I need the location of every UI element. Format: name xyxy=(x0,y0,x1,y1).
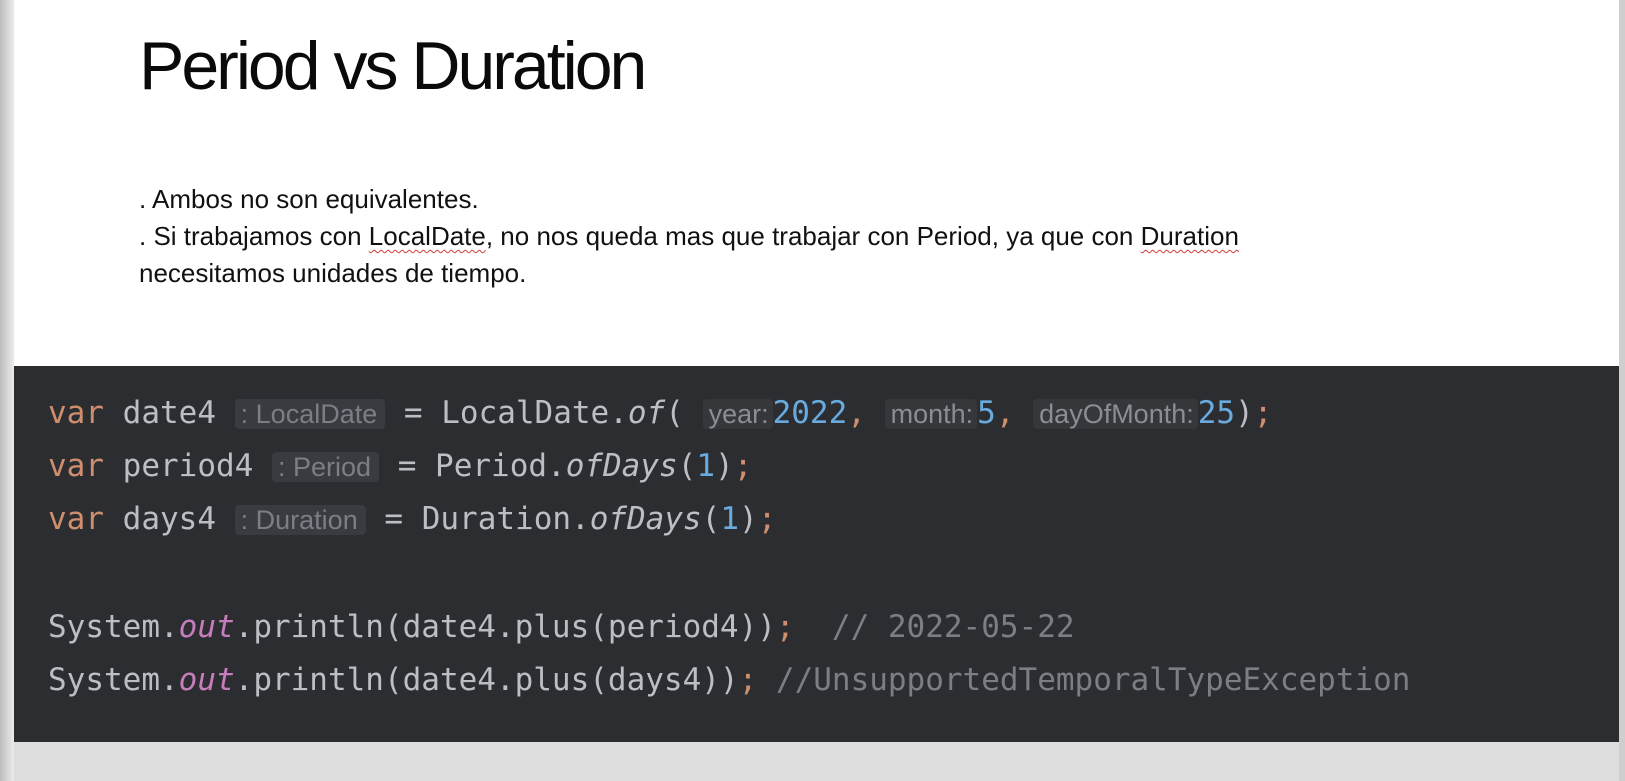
code-comment: // 2022-05-22 xyxy=(794,609,1075,645)
code-line-1: var date4 : LocalDate = LocalDate.of( ye… xyxy=(48,393,1272,434)
arg-year: 2022 xyxy=(772,395,848,431)
paren-open: ( xyxy=(665,395,684,431)
left-window-edge xyxy=(0,0,14,781)
code-line-2: var period4 : Period = Period.ofDays(1); xyxy=(48,446,752,487)
assign-expr: = LocalDate. xyxy=(385,395,628,431)
code-line-3: var days4 : Duration = Duration.ofDays(1… xyxy=(48,499,776,540)
bullet-2-continuation: necesitamos unidades de tiempo. xyxy=(139,258,527,288)
method-name: ofDays xyxy=(589,501,702,537)
println-call: .println(date4.plus(period4)) xyxy=(234,609,776,645)
bullet-list: . Ambos no son equivalentes. . Si trabaj… xyxy=(139,181,1459,292)
comma: , xyxy=(847,395,866,431)
paren-close: ) xyxy=(715,448,734,484)
type-hint: : Duration xyxy=(234,505,366,535)
semicolon: ; xyxy=(733,448,753,484)
out-field: out xyxy=(178,662,235,698)
type-hint: : LocalDate xyxy=(234,399,386,429)
paren-close: ) xyxy=(1235,395,1254,431)
assign-expr: = Period. xyxy=(379,448,566,484)
out-field: out xyxy=(178,609,235,645)
bullet-2-text-a: . Si trabajamos con xyxy=(139,221,369,251)
println-call: .println(date4.plus(days4)) xyxy=(234,662,739,698)
bottom-band xyxy=(14,742,1625,781)
comma: , xyxy=(995,395,1015,431)
paren-open: ( xyxy=(677,448,697,484)
arg-days: 1 xyxy=(696,448,716,484)
paren-open: ( xyxy=(701,501,721,537)
param-hint-month: month: xyxy=(884,399,978,429)
slide-title: Period vs Duration xyxy=(139,28,647,104)
code-line-5: System.out.println(date4.plus(days4)); /… xyxy=(48,660,1410,700)
semicolon: ; xyxy=(738,662,758,698)
param-hint-year: year: xyxy=(702,399,773,429)
arg-days: 1 xyxy=(720,501,740,537)
bullet-1: . Ambos no son equivalentes. xyxy=(139,184,479,214)
bullet-2-text-c: , no nos queda mas que trabajar con Peri… xyxy=(485,221,1141,251)
system-ref: System. xyxy=(48,662,179,698)
keyword-var: var xyxy=(48,395,104,431)
code-comment: //UnsupportedTemporalTypeException xyxy=(757,662,1411,698)
bullet-2-duration: Duration xyxy=(1140,221,1239,251)
semicolon: ; xyxy=(757,501,777,537)
type-hint: : Period xyxy=(271,452,380,482)
var-name: date4 xyxy=(104,395,216,431)
bullet-2-localdate: LocalDate xyxy=(368,221,486,251)
paren-close: ) xyxy=(739,501,758,537)
code-line-4: System.out.println(date4.plus(period4));… xyxy=(48,607,1075,647)
var-name: days4 xyxy=(104,501,216,537)
assign-expr: = Duration. xyxy=(365,501,590,537)
var-name: period4 xyxy=(104,448,254,484)
param-hint-day: dayOfMonth: xyxy=(1033,399,1198,429)
keyword-var: var xyxy=(48,501,104,537)
method-name: ofDays xyxy=(565,448,678,484)
method-name: of xyxy=(627,395,666,431)
semicolon: ; xyxy=(1253,395,1273,431)
code-snippet: var date4 : LocalDate = LocalDate.of( ye… xyxy=(14,366,1619,742)
arg-month: 5 xyxy=(977,395,996,431)
bullet-2: . Si trabajamos con LocalDate, no nos qu… xyxy=(139,218,1459,255)
arg-day: 25 xyxy=(1197,395,1236,431)
right-window-edge xyxy=(1619,0,1625,781)
keyword-var: var xyxy=(48,448,104,484)
system-ref: System. xyxy=(48,609,179,645)
semicolon: ; xyxy=(775,609,795,645)
